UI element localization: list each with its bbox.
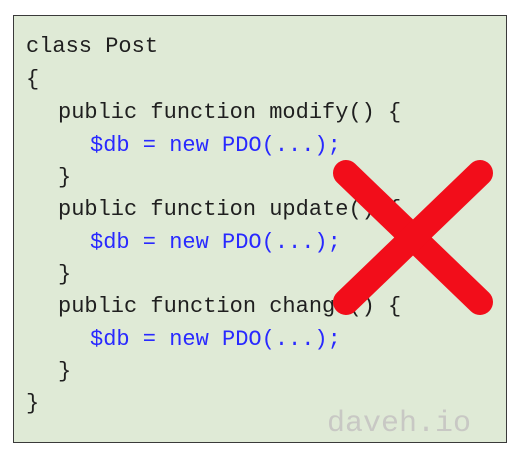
code-line-modify-close: } (58, 165, 72, 190)
code-line-update-body: $db = new PDO(...); (90, 230, 341, 255)
code-line-update-method: public function update() { (58, 197, 402, 222)
code-line-open-brace: { (26, 67, 40, 92)
watermark: daveh.io (327, 407, 472, 441)
code-line-change-body: $db = new PDO(...); (90, 327, 341, 352)
code-line-update-close: } (58, 262, 72, 287)
code-block (13, 15, 507, 443)
code-line-class-declaration: class Post (26, 34, 159, 59)
code-line-change-close: } (58, 359, 72, 384)
slide: class Post { public function modify() { … (0, 0, 524, 461)
code-line-class-close-brace: } (26, 391, 40, 416)
code-line-modify-method: public function modify() { (58, 100, 402, 125)
code-line-modify-body: $db = new PDO(...); (90, 133, 341, 158)
code-line-change-method: public function change() { (58, 294, 402, 319)
